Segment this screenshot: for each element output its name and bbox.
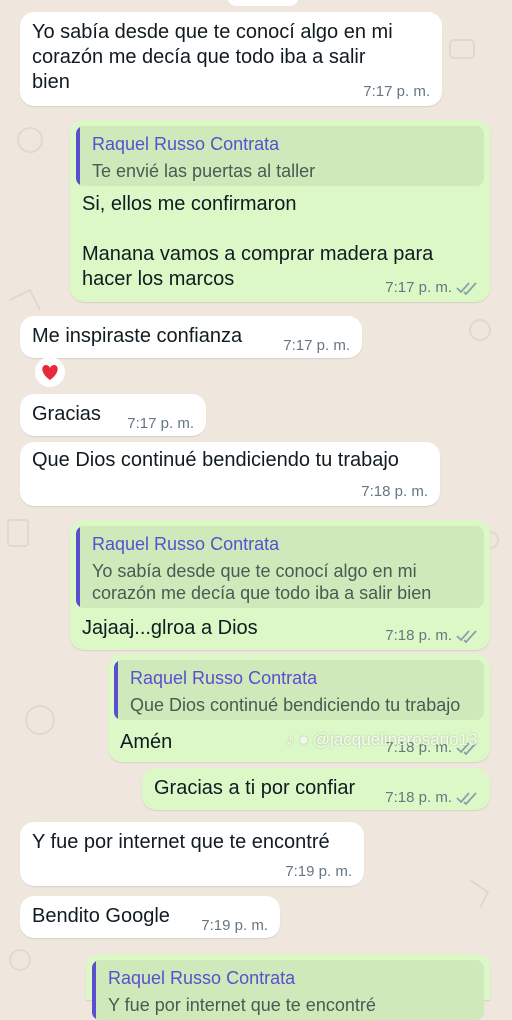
message-meta: 7:18 p. m. — [361, 483, 428, 500]
message-meta: 7:17 p. m. — [385, 279, 478, 296]
tiktok-watermark: ♪ ● @jacquelinerosario13 — [286, 730, 477, 750]
double-check-icon — [456, 629, 477, 643]
message-text: Gracias — [32, 403, 101, 425]
message-incoming[interactable]: Que Dios continué bendiciendo tu trabajo… — [20, 442, 440, 506]
message-meta: 7:19 p. m. — [285, 863, 352, 880]
message-text: Me inspiraste confianza — [32, 325, 243, 347]
message-incoming[interactable]: Me inspiraste confianza 7:17 p. m. — [20, 316, 362, 358]
message-time: 7:18 p. m. — [361, 483, 428, 500]
message-time: 7:17 p. m. — [127, 415, 194, 432]
message-outgoing[interactable]: Raquel Russo Contrata Te envié las puert… — [70, 120, 490, 302]
quoted-message[interactable]: Raquel Russo Contrata Que Dios continué … — [114, 660, 484, 720]
message-text: Amén — [120, 731, 173, 753]
quote-text: Y fue por internet que te encontré — [108, 995, 376, 1015]
quote-bar — [76, 126, 80, 186]
message-meta: 7:17 p. m. — [283, 337, 350, 354]
message-text: Y fue por internet que te encontré — [32, 831, 330, 853]
message-incoming[interactable]: Gracias 7:17 p. m. — [20, 394, 206, 436]
quote-text: Te envié las puertas al taller — [92, 161, 316, 181]
message-meta: 7:18 p. m. — [385, 789, 478, 806]
message-time: 7:18 p. m. — [385, 627, 452, 644]
quote-author: Raquel Russo Contrata — [92, 534, 280, 554]
message-text: Que Dios continué bendiciendo tu trabajo — [32, 449, 399, 471]
message-time: 7:19 p. m. — [285, 863, 352, 880]
message-time: 7:19 p. m. — [201, 917, 268, 934]
tiktok-icon: ♪ — [286, 730, 295, 749]
message-text: Jajaaj...glroa a Dios — [82, 617, 258, 639]
message-meta: 7:17 p. m. — [127, 415, 194, 432]
message-time: 7:18 p. m. — [385, 789, 452, 806]
watermark-handle: @jacquelinerosario13 — [312, 730, 478, 749]
double-check-icon — [456, 791, 477, 805]
message-text: Si, ellos me confirmaron Manana vamos a … — [82, 193, 434, 290]
quote-author: Raquel Russo Contrata — [108, 968, 296, 988]
double-check-icon — [456, 281, 477, 295]
message-outgoing[interactable]: Raquel Russo Contrata Yo sabía desde que… — [70, 520, 490, 650]
message-meta: 7:17 p. m. — [363, 83, 430, 100]
user-icon: ● — [298, 730, 309, 749]
message-incoming[interactable]: Bendito Google 7:19 p. m. — [20, 896, 280, 938]
message-outgoing[interactable]: Raquel Russo Contrata Y fue por internet… — [86, 954, 490, 1020]
quote-bar — [92, 960, 96, 1020]
message-time: 7:17 p. m. — [385, 279, 452, 296]
quoted-message[interactable]: Raquel Russo Contrata Te envié las puert… — [76, 126, 484, 186]
quote-text: Yo sabía desde que te conocí algo en mi … — [92, 561, 432, 603]
message-incoming[interactable]: Yo sabía desde que te conocí algo en mi … — [20, 12, 442, 106]
quote-bar — [76, 526, 80, 608]
previous-message-fragment — [228, 0, 298, 6]
message-text: Bendito Google — [32, 905, 170, 927]
message-meta: 7:19 p. m. — [201, 917, 268, 934]
message-time: 7:17 p. m. — [283, 337, 350, 354]
heart-reaction-icon[interactable] — [34, 356, 66, 388]
quoted-message[interactable]: Raquel Russo Contrata Y fue por internet… — [92, 960, 484, 1020]
message-incoming[interactable]: Y fue por internet que te encontré 7:19 … — [20, 822, 364, 886]
message-meta: 7:18 p. m. — [385, 627, 478, 644]
message-outgoing[interactable]: Gracias a ti por confiar 7:18 p. m. — [142, 768, 490, 810]
quote-bar — [114, 660, 118, 720]
quote-author: Raquel Russo Contrata — [130, 668, 318, 688]
message-time: 7:17 p. m. — [363, 83, 430, 100]
quoted-message[interactable]: Raquel Russo Contrata Yo sabía desde que… — [76, 526, 484, 608]
quote-text: Que Dios continué bendiciendo tu trabajo — [130, 695, 461, 715]
message-text: Gracias a ti por confiar — [154, 777, 356, 799]
quote-author: Raquel Russo Contrata — [92, 134, 280, 154]
